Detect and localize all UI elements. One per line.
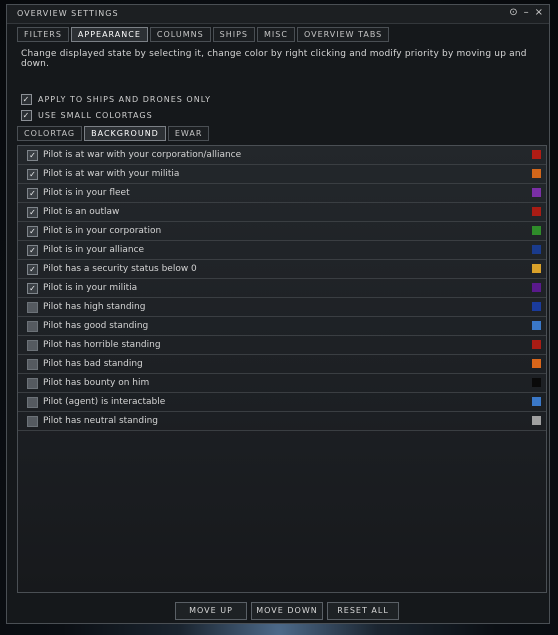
color-swatch[interactable] xyxy=(532,359,541,368)
state-label: Pilot has bad standing xyxy=(43,359,143,369)
state-checkbox[interactable] xyxy=(27,302,38,313)
state-label: Pilot has neutral standing xyxy=(43,416,159,426)
list-item[interactable]: ✓ Pilot is in your fleet xyxy=(18,184,546,203)
option-small-colortags[interactable]: ✓ USE SMALL COLORTAGS xyxy=(21,110,153,121)
move-down-button[interactable]: MOVE DOWN xyxy=(251,602,323,620)
state-label: Pilot is an outlaw xyxy=(43,207,120,217)
state-label: Pilot is in your alliance xyxy=(43,245,145,255)
list-item[interactable]: ✓ Pilot is at war with your corporation/a… xyxy=(18,146,546,165)
state-checkbox[interactable] xyxy=(27,359,38,370)
tab-misc[interactable]: MISC xyxy=(257,27,295,42)
state-label: Pilot has good standing xyxy=(43,321,149,331)
state-label: Pilot has a security status below 0 xyxy=(43,264,197,274)
state-checkbox[interactable] xyxy=(27,321,38,332)
state-checkbox[interactable] xyxy=(27,397,38,408)
checkbox-apply-ships-drones[interactable]: ✓ xyxy=(21,94,32,105)
color-swatch[interactable] xyxy=(532,416,541,425)
checkbox-small-colortags[interactable]: ✓ xyxy=(21,110,32,121)
title-bar[interactable]: OVERVIEW SETTINGS ⊙ – × xyxy=(7,5,549,24)
tab-overview-tabs[interactable]: OVERVIEW TABS xyxy=(296,27,390,42)
state-checkbox[interactable]: ✓ xyxy=(27,245,38,256)
state-checkbox[interactable] xyxy=(27,378,38,389)
tab-ships[interactable]: SHIPS xyxy=(212,27,256,42)
list-item[interactable]: ✓ Pilot is an outlaw xyxy=(18,203,546,222)
color-swatch[interactable] xyxy=(532,321,541,330)
state-label: Pilot has high standing xyxy=(43,302,146,312)
state-label: Pilot is at war with your corporation/al… xyxy=(43,150,242,160)
state-label: Pilot is in your militia xyxy=(43,283,138,293)
tab-appearance[interactable]: APPEARANCE xyxy=(70,27,148,42)
state-label: Pilot is at war with your militia xyxy=(43,169,180,179)
list-item[interactable]: Pilot has horrible standing xyxy=(18,336,546,355)
state-label: Pilot has bounty on him xyxy=(43,378,150,388)
state-label: Pilot is in your corporation xyxy=(43,226,162,236)
list-item[interactable]: ✓ Pilot is in your alliance xyxy=(18,241,546,260)
state-checkbox[interactable]: ✓ xyxy=(27,264,38,275)
color-swatch[interactable] xyxy=(532,169,541,178)
list-item[interactable]: Pilot (agent) is interactable xyxy=(18,393,546,412)
color-swatch[interactable] xyxy=(532,150,541,159)
list-item[interactable]: Pilot has neutral standing xyxy=(18,412,546,431)
state-label: Pilot is in your fleet xyxy=(43,188,130,198)
list-item[interactable]: ✓ Pilot is in your militia xyxy=(18,279,546,298)
tab-filters[interactable]: FILTERS xyxy=(17,27,69,42)
color-swatch[interactable] xyxy=(532,302,541,311)
state-label: Pilot (agent) is interactable xyxy=(43,397,166,407)
list-item[interactable]: ✓ Pilot is at war with your militia xyxy=(18,165,546,184)
color-swatch[interactable] xyxy=(532,283,541,292)
list-item[interactable]: Pilot has bounty on him xyxy=(18,374,546,393)
color-swatch[interactable] xyxy=(532,264,541,273)
state-checkbox[interactable]: ✓ xyxy=(27,226,38,237)
option-apply-ships-drones[interactable]: ✓ APPLY TO SHIPS AND DRONES ONLY xyxy=(21,94,211,105)
state-checkbox[interactable]: ✓ xyxy=(27,188,38,199)
overview-settings-window: OVERVIEW SETTINGS ⊙ – × FILTERS APPEARAN… xyxy=(6,4,550,624)
list-item[interactable]: Pilot has good standing xyxy=(18,317,546,336)
state-checkbox[interactable] xyxy=(27,340,38,351)
state-checkbox[interactable]: ✓ xyxy=(27,169,38,180)
settings-icon[interactable]: ⊙ xyxy=(509,7,517,18)
color-swatch[interactable] xyxy=(532,226,541,235)
subtab-ewar[interactable]: EWAR xyxy=(167,126,210,141)
color-swatch[interactable] xyxy=(532,207,541,216)
subtab-colortag[interactable]: COLORTAG xyxy=(17,126,83,141)
state-checkbox[interactable] xyxy=(27,416,38,427)
tab-columns[interactable]: COLUMNS xyxy=(149,27,211,42)
list-item[interactable]: Pilot has bad standing xyxy=(18,355,546,374)
color-swatch[interactable] xyxy=(532,378,541,387)
sub-tab-bar: COLORTAG BACKGROUND EWAR xyxy=(17,126,210,141)
subtab-background[interactable]: BACKGROUND xyxy=(84,126,166,141)
window-title: OVERVIEW SETTINGS xyxy=(17,9,119,18)
state-label: Pilot has horrible standing xyxy=(43,340,161,350)
option-label: USE SMALL COLORTAGS xyxy=(38,111,153,120)
state-list: ✓ Pilot is at war with your corporation/a… xyxy=(17,145,547,593)
move-up-button[interactable]: MOVE UP xyxy=(175,602,247,620)
color-swatch[interactable] xyxy=(532,397,541,406)
list-item[interactable]: ✓ Pilot is in your corporation xyxy=(18,222,546,241)
top-tab-bar: FILTERS APPEARANCE COLUMNS SHIPS MISC OV… xyxy=(17,27,390,42)
color-swatch[interactable] xyxy=(532,188,541,197)
color-swatch[interactable] xyxy=(532,245,541,254)
close-icon[interactable]: × xyxy=(535,7,543,18)
option-label: APPLY TO SHIPS AND DRONES ONLY xyxy=(38,95,211,104)
color-swatch[interactable] xyxy=(532,340,541,349)
description-text: Change displayed state by selecting it, … xyxy=(21,49,527,69)
button-bar: MOVE UP MOVE DOWN RESET ALL xyxy=(175,602,399,620)
state-checkbox[interactable]: ✓ xyxy=(27,150,38,161)
reset-all-button[interactable]: RESET ALL xyxy=(327,602,399,620)
state-checkbox[interactable]: ✓ xyxy=(27,207,38,218)
minimize-icon[interactable]: – xyxy=(524,7,529,18)
state-checkbox[interactable]: ✓ xyxy=(27,283,38,294)
list-item[interactable]: Pilot has high standing xyxy=(18,298,546,317)
list-item[interactable]: ✓ Pilot has a security status below 0 xyxy=(18,260,546,279)
